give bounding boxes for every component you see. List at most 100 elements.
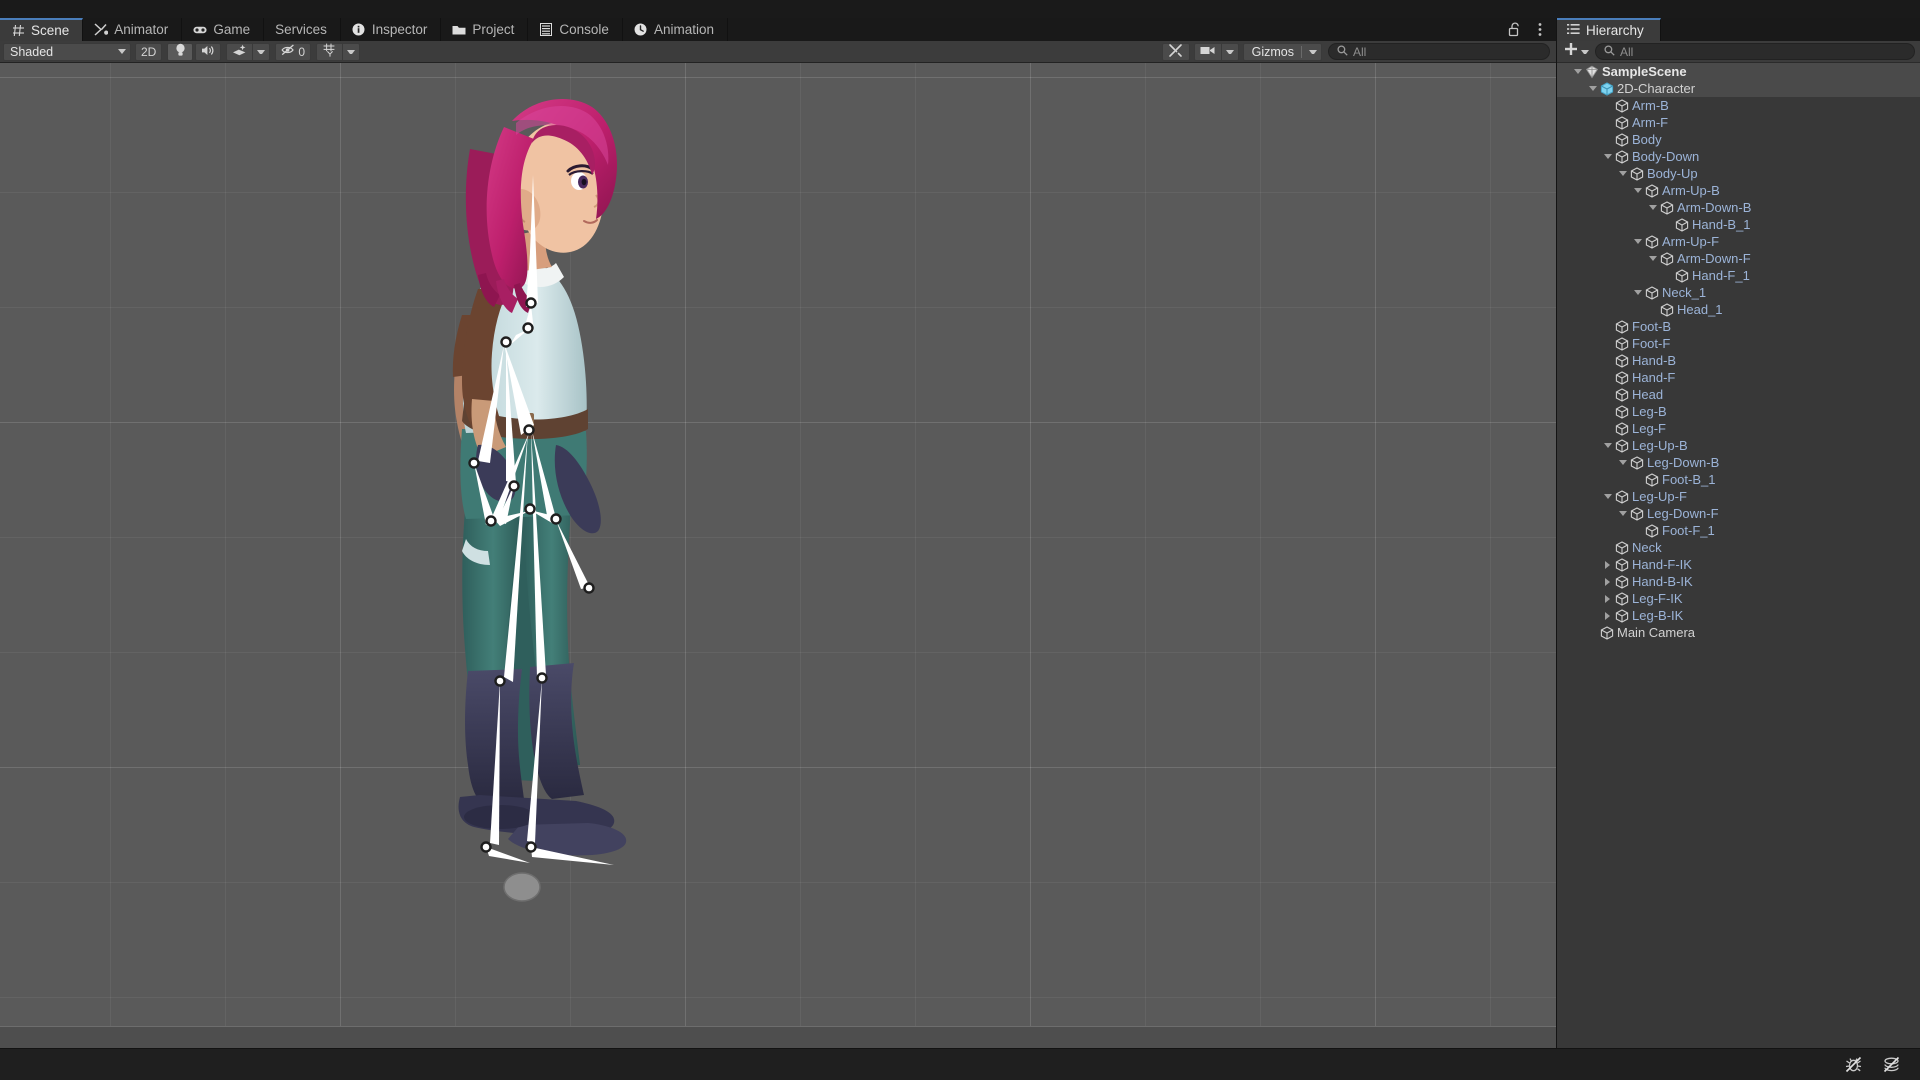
gameobject-icon (1644, 285, 1659, 300)
clock-icon (634, 23, 648, 37)
gameobject-icon (1599, 625, 1614, 640)
kebab-menu-icon[interactable] (1532, 21, 1548, 39)
hierarchy-item-body-down[interactable]: Body-Down (1557, 148, 1920, 165)
scene-camera-button[interactable] (1193, 42, 1221, 61)
twisty-expanded-icon[interactable] (1571, 63, 1584, 80)
gameobject-icon (1659, 251, 1674, 266)
hierarchy-item-body[interactable]: Body (1557, 131, 1920, 148)
gizmos-dropdown[interactable]: Gizmos (1242, 42, 1322, 61)
hierarchy-item-arm-b[interactable]: Arm-B (1557, 97, 1920, 114)
tab-project[interactable]: Project (441, 18, 529, 41)
hierarchy-item-hand-b-1[interactable]: Hand-B_1 (1557, 216, 1920, 233)
hierarchy-item-body-up[interactable]: Body-Up (1557, 165, 1920, 182)
toggle-2d-button[interactable]: 2D (135, 42, 163, 61)
gameobject-icon (1629, 506, 1644, 521)
lightbulb-icon (175, 43, 186, 60)
tab-animation[interactable]: Animation (623, 18, 728, 41)
tab-console[interactable]: Console (528, 18, 623, 41)
layers-muted-icon[interactable] (1880, 1054, 1902, 1076)
twisty-expanded-icon[interactable] (1601, 488, 1614, 505)
hierarchy-search-input[interactable]: All (1595, 43, 1915, 60)
twisty-expanded-icon[interactable] (1646, 199, 1659, 216)
tab-label: Project (472, 22, 515, 37)
twisty-expanded-icon[interactable] (1616, 165, 1629, 182)
hierarchy-item-head[interactable]: Head (1557, 386, 1920, 403)
hidden-objects-toggle[interactable]: 0 (275, 42, 312, 61)
twisty-collapsed-icon[interactable] (1601, 607, 1614, 624)
scene-search-input[interactable]: All (1328, 43, 1550, 60)
hierarchy-item-leg-up-b[interactable]: Leg-Up-B (1557, 437, 1920, 454)
hierarchy-item-arm-down-b[interactable]: Arm-Down-B (1557, 199, 1920, 216)
lock-open-icon[interactable] (1506, 21, 1522, 39)
hierarchy-item-foot-b[interactable]: Foot-B (1557, 318, 1920, 335)
hierarchy-item-2d-character[interactable]: 2D-Character (1557, 80, 1920, 97)
scene-viewport[interactable] (0, 63, 1556, 1048)
twisty-collapsed-icon[interactable] (1601, 590, 1614, 607)
hierarchy-add-button[interactable] (1562, 42, 1591, 61)
tab-inspector[interactable]: Inspector (341, 18, 442, 41)
hierarchy-item-arm-up-b[interactable]: Arm-Up-B (1557, 182, 1920, 199)
scene-audio-toggle[interactable] (195, 42, 222, 61)
scene-camera-dropdown[interactable] (1220, 42, 1239, 61)
hierarchy-item-hand-f-1[interactable]: Hand-F_1 (1557, 267, 1920, 284)
tab-label: Animation (653, 22, 714, 37)
twisty-expanded-icon[interactable] (1616, 454, 1629, 471)
scene-fx-dropdown[interactable] (252, 42, 271, 61)
hierarchy-item-samplescene[interactable]: SampleScene (1557, 63, 1920, 80)
debug-muted-icon[interactable] (1842, 1054, 1864, 1076)
hierarchy-item-label: Leg-F-IK (1632, 591, 1683, 606)
hierarchy-item-hand-b[interactable]: Hand-B (1557, 352, 1920, 369)
hierarchy-item-hand-f[interactable]: Hand-F (1557, 369, 1920, 386)
hierarchy-item-leg-b-ik[interactable]: Leg-B-IK (1557, 607, 1920, 624)
scene-tools-button[interactable] (1161, 42, 1190, 61)
tab-animator[interactable]: Animator (83, 18, 183, 41)
twisty-collapsed-icon[interactable] (1601, 556, 1614, 573)
tab-services[interactable]: Services (264, 18, 341, 41)
hierarchy-item-leg-f[interactable]: Leg-F (1557, 420, 1920, 437)
hierarchy-item-arm-down-f[interactable]: Arm-Down-F (1557, 250, 1920, 267)
hierarchy-item-hand-f-ik[interactable]: Hand-F-IK (1557, 556, 1920, 573)
twisty-expanded-icon[interactable] (1631, 182, 1644, 199)
hierarchy-item-hand-b-ik[interactable]: Hand-B-IK (1557, 573, 1920, 590)
tab-scene[interactable]: Scene (0, 18, 84, 41)
twisty-expanded-icon[interactable] (1646, 250, 1659, 267)
hierarchy-item-leg-f-ik[interactable]: Leg-F-IK (1557, 590, 1920, 607)
hierarchy-item-foot-f-1[interactable]: Foot-F_1 (1557, 522, 1920, 539)
grid-snap-dropdown[interactable] (342, 42, 361, 61)
hierarchy-item-arm-up-f[interactable]: Arm-Up-F (1557, 233, 1920, 250)
twisty-expanded-icon[interactable] (1601, 148, 1614, 165)
scene-search-placeholder: All (1353, 44, 1367, 59)
hierarchy-item-main-camera[interactable]: Main Camera (1557, 624, 1920, 641)
draw-mode-dropdown[interactable]: Shaded (3, 42, 131, 61)
grid-snap-toggle[interactable] (316, 42, 343, 61)
hierarchy-item-leg-up-f[interactable]: Leg-Up-F (1557, 488, 1920, 505)
tab-game[interactable]: Game (182, 18, 265, 41)
tab-hierarchy[interactable]: Hierarchy (1557, 18, 1661, 41)
hierarchy-item-neck[interactable]: Neck (1557, 539, 1920, 556)
hierarchy-item-foot-f[interactable]: Foot-F (1557, 335, 1920, 352)
twisty-expanded-icon[interactable] (1631, 284, 1644, 301)
hierarchy-item-foot-b-1[interactable]: Foot-B_1 (1557, 471, 1920, 488)
hierarchy-tree[interactable]: SampleScene 2D-Character Arm-B Arm-F Body Bod… (1557, 63, 1920, 1048)
hierarchy-item-label: Foot-F_1 (1662, 523, 1715, 538)
twisty-none (1601, 114, 1614, 131)
twisty-expanded-icon[interactable] (1586, 80, 1599, 97)
twisty-expanded-icon[interactable] (1601, 437, 1614, 454)
twisty-collapsed-icon[interactable] (1601, 573, 1614, 590)
twisty-expanded-icon[interactable] (1616, 505, 1629, 522)
hierarchy-item-label: Foot-F (1632, 336, 1671, 351)
scene-fx-toggle[interactable] (226, 42, 253, 61)
gameobject-icon (1644, 183, 1659, 198)
hierarchy-item-label: Leg-B (1632, 404, 1667, 419)
list-icon (539, 23, 553, 37)
hierarchy-item-leg-down-b[interactable]: Leg-Down-B (1557, 454, 1920, 471)
hierarchy-item-arm-f[interactable]: Arm-F (1557, 114, 1920, 131)
scene-lighting-toggle[interactable] (167, 42, 194, 61)
hierarchy-item-leg-down-f[interactable]: Leg-Down-F (1557, 505, 1920, 522)
hierarchy-item-neck-1[interactable]: Neck_1 (1557, 284, 1920, 301)
hierarchy-item-label: Leg-Down-F (1647, 506, 1719, 521)
twisty-expanded-icon[interactable] (1631, 233, 1644, 250)
hierarchy-item-head-1[interactable]: Head_1 (1557, 301, 1920, 318)
status-bar (0, 1048, 1920, 1080)
hierarchy-item-leg-b[interactable]: Leg-B (1557, 403, 1920, 420)
